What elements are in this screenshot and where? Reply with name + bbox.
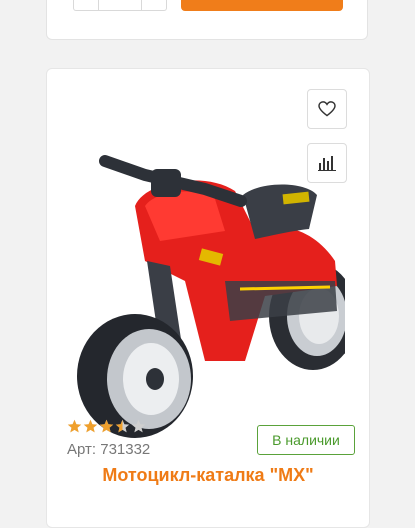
star-icon (99, 419, 114, 433)
add-to-compare-button[interactable] (307, 143, 347, 183)
product-sku: Арт: 731332 (67, 441, 151, 458)
product-card[interactable]: Арт: 731332 В наличии Мотоцикл-каталка "… (46, 68, 370, 528)
star-icon (131, 419, 146, 433)
quantity-decrement-button[interactable] (74, 0, 99, 10)
previous-product-card (46, 0, 368, 40)
quantity-stepper[interactable] (73, 0, 167, 11)
star-icon (67, 419, 82, 433)
product-image[interactable] (65, 111, 357, 449)
quantity-increment-button[interactable] (141, 0, 166, 10)
bar-chart-icon (318, 156, 336, 171)
availability-badge: В наличии (257, 425, 355, 455)
heart-icon (318, 101, 336, 117)
quantity-input[interactable] (99, 0, 141, 10)
add-to-cart-button[interactable] (181, 0, 343, 11)
motorcycle-toy-image (77, 155, 357, 438)
add-to-favorites-button[interactable] (307, 89, 347, 129)
product-rating (67, 419, 146, 434)
star-icon (115, 419, 130, 433)
product-title[interactable]: Мотоцикл-каталка "МХ" (47, 465, 369, 486)
star-icon (83, 419, 98, 433)
